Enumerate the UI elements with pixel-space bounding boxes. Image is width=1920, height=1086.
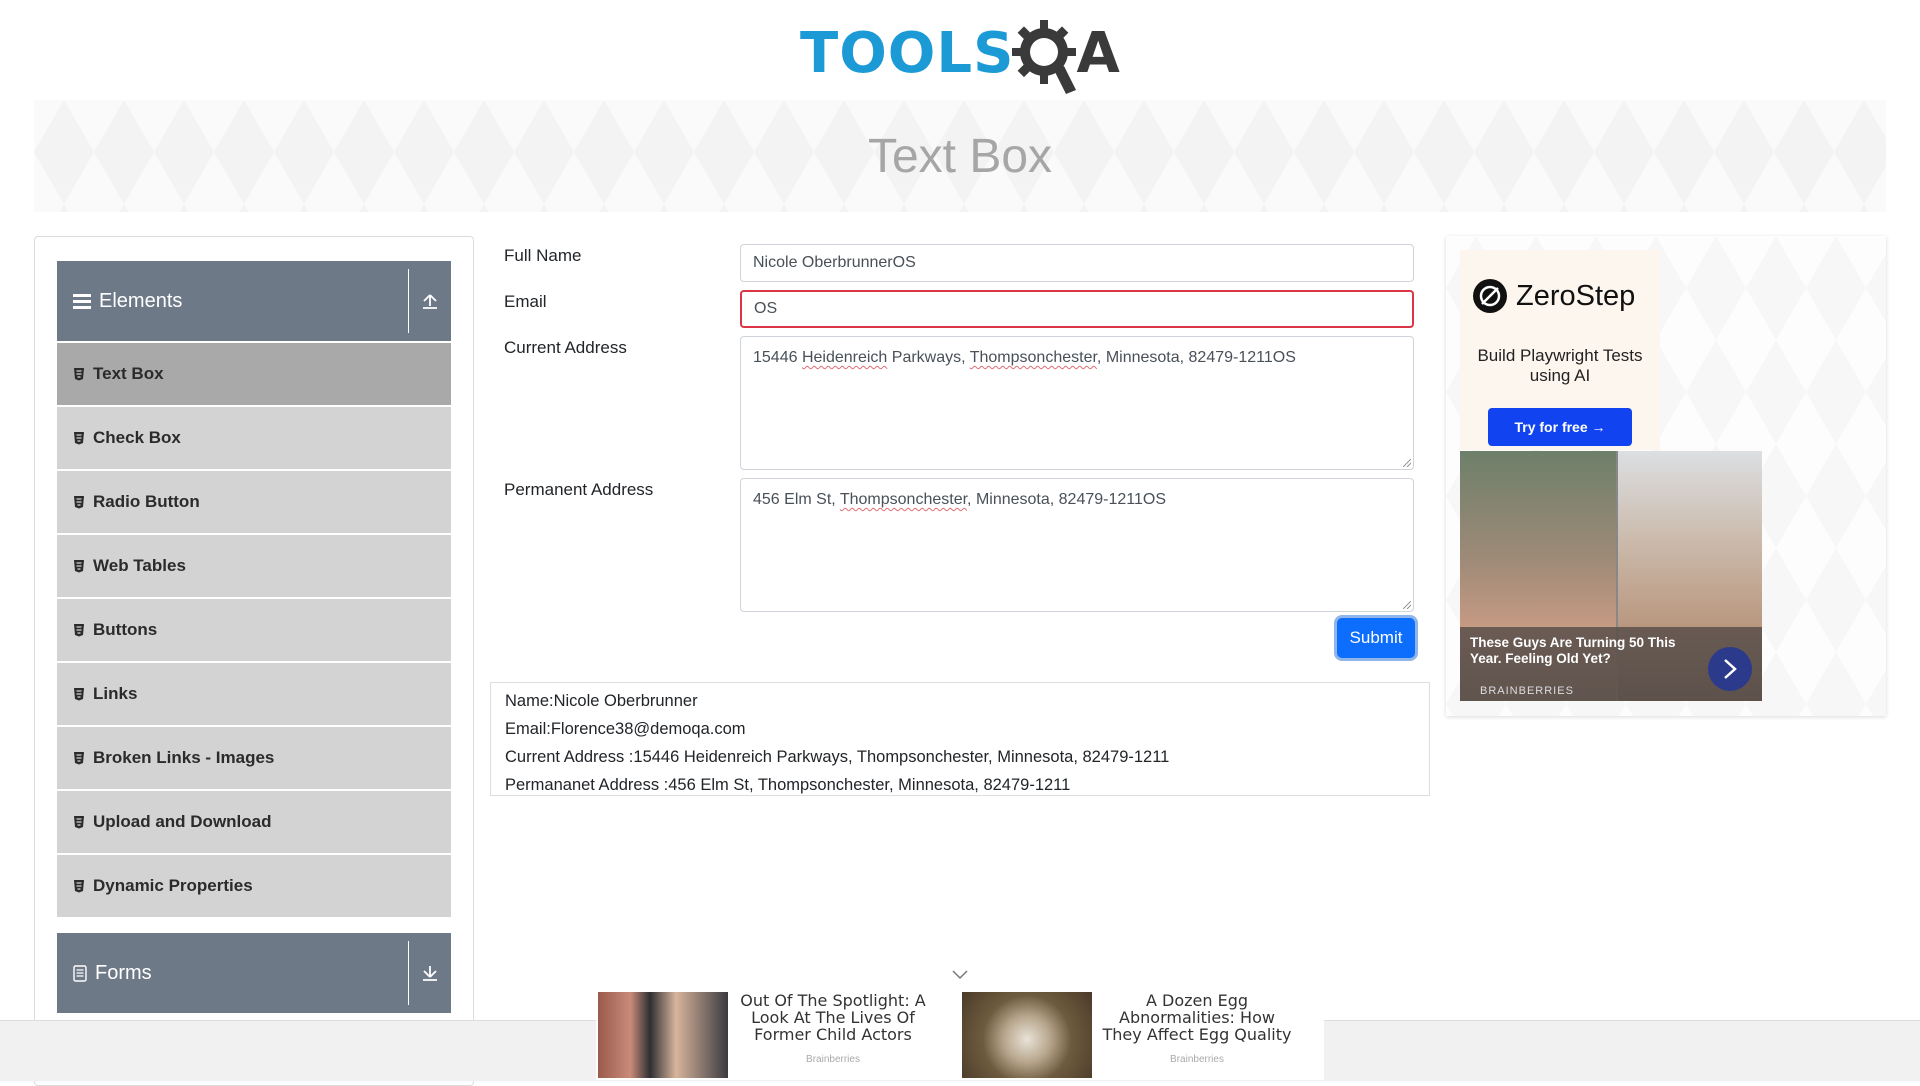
email-input[interactable]: OS <box>740 290 1414 328</box>
sidebar-item-label: Buttons <box>93 620 158 639</box>
output-name: Name:Nicole Oberbrunner <box>505 692 698 710</box>
current-address-textarea[interactable]: 15446 Heidenreich Parkways, Thompsonches… <box>740 336 1414 470</box>
ad-story-2: A Dozen Egg Abnormalities: How They Affe… <box>1102 991 1292 1044</box>
page-title: Text Box <box>867 129 1053 183</box>
try-for-free-button[interactable]: Try for free → <box>1488 408 1632 446</box>
full-name-value: Nicole OberbrunnerOS <box>753 254 916 271</box>
ad-photo <box>962 992 1092 1078</box>
elements-group-label: Elements <box>99 289 183 312</box>
sidebar-item-label: Dynamic Properties <box>93 876 253 895</box>
brainberries-ad[interactable]: These Guys Are Turning 50 This Year. Fee… <box>1460 451 1762 701</box>
sidebar-item-dynamic-properties[interactable]: Dynamic Properties <box>57 855 451 917</box>
sidebar-item-label: Radio Button <box>93 492 200 511</box>
sidebar-item-label: Upload and Download <box>93 812 272 831</box>
sidebar-item-check-box[interactable]: Check Box <box>57 407 451 469</box>
right-ad-panel: ZeroStep Build Playwright Tests using AI… <box>1446 236 1886 716</box>
bottom-ad[interactable]: Out Of The Spotlight: A Look At The Live… <box>596 990 1324 1080</box>
sidebar-item-radio-button[interactable]: Radio Button <box>57 471 451 533</box>
ad-source: BRAINBERRIES <box>1480 685 1574 697</box>
logo-text-a: A <box>1076 21 1121 86</box>
item-icon <box>74 560 84 573</box>
sidebar-item-links[interactable]: Links <box>57 663 451 725</box>
output-permanent-address: Permananet Address :456 Elm St, Thompson… <box>505 776 1071 794</box>
zerostep-tagline: Build Playwright Tests using AI <box>1477 346 1643 385</box>
item-icon <box>74 880 84 893</box>
ad-source: Brainberries <box>1170 1054 1224 1065</box>
ad-caption: These Guys Are Turning 50 This Year. Fee… <box>1460 627 1762 701</box>
download-arrow-icon <box>423 966 437 981</box>
upload-arrow-icon <box>423 294 437 309</box>
collapse-toggle[interactable] <box>408 269 451 333</box>
forms-group-header[interactable]: Forms <box>57 933 451 1013</box>
full-name-input[interactable]: Nicole OberbrunnerOS <box>740 244 1414 282</box>
zerostep-logo-icon <box>1473 279 1507 313</box>
sidebar-item-upload-download[interactable]: Upload and Download <box>57 791 451 853</box>
sidebar-item-buttons[interactable]: Buttons <box>57 599 451 661</box>
next-button[interactable] <box>1708 647 1752 691</box>
sidebar-item-label: Text Box <box>93 364 164 383</box>
permanent-address-label: Permanent Address <box>504 480 654 499</box>
resize-handle[interactable] <box>1403 459 1411 467</box>
current-address-value: 15446 Heidenreich Parkways, Thompsonches… <box>753 349 1296 366</box>
output-email: Email:Florence38@demoqa.com <box>505 720 746 738</box>
zerostep-brand: ZeroStep <box>1472 278 1635 314</box>
page-banner: Text Box <box>34 100 1886 212</box>
logo-text-tools: TOOLS <box>800 21 1015 86</box>
ad-photo <box>598 992 728 1078</box>
submit-button[interactable]: Submit <box>1337 618 1415 658</box>
zerostep-ad[interactable]: ZeroStep Build Playwright Tests using AI… <box>1460 250 1660 450</box>
sidebar-item-label: Links <box>93 684 138 703</box>
ad-story-1: Out Of The Spotlight: A Look At The Live… <box>740 991 926 1044</box>
chevron-down-icon[interactable] <box>952 970 968 980</box>
ad-source: Brainberries <box>806 1054 860 1065</box>
full-name-label: Full Name <box>504 246 582 265</box>
sidebar: Elements Text Box Check Box Radio Button… <box>34 236 474 1086</box>
item-icon <box>74 752 84 765</box>
elements-group-header[interactable]: Elements <box>57 261 451 341</box>
item-icon <box>74 496 84 509</box>
sidebar-item-label: Broken Links - Images <box>93 748 275 767</box>
sidebar-item-label: Check Box <box>93 428 181 447</box>
forms-group-label: Forms <box>95 961 152 984</box>
item-icon <box>74 432 84 445</box>
current-address-label: Current Address <box>504 338 627 357</box>
item-icon <box>74 624 84 637</box>
item-icon <box>74 816 84 829</box>
toolsqa-logo[interactable]: TOOLS A <box>800 14 1121 94</box>
email-value: OS <box>754 300 778 317</box>
email-label: Email <box>504 292 547 311</box>
ad-story-title: These Guys Are Turning 50 This Year. Fee… <box>1470 635 1676 666</box>
zerostep-name: ZeroStep <box>1516 279 1636 312</box>
item-icon <box>74 368 84 381</box>
permanent-address-textarea[interactable]: 456 Elm St, Thompsonchester, Minnesota, … <box>740 478 1414 612</box>
output-panel: Name:Nicole Oberbrunner Email:Florence38… <box>490 682 1430 796</box>
item-icon <box>74 688 84 701</box>
gear-magnifier-icon <box>1012 20 1077 94</box>
hamburger-icon <box>73 294 91 309</box>
expand-toggle[interactable] <box>408 941 451 1005</box>
sidebar-item-web-tables[interactable]: Web Tables <box>57 535 451 597</box>
sidebar-item-label: Web Tables <box>93 556 186 575</box>
document-icon <box>73 964 87 982</box>
permanent-address-value: 456 Elm St, Thompsonchester, Minnesota, … <box>753 491 1166 508</box>
resize-handle[interactable] <box>1403 601 1411 609</box>
chevron-right-icon <box>1724 659 1737 679</box>
sidebar-item-text-box[interactable]: Text Box <box>57 343 451 405</box>
sidebar-item-broken-links[interactable]: Broken Links - Images <box>57 727 451 789</box>
output-current-address: Current Address :15446 Heidenreich Parkw… <box>505 748 1170 766</box>
